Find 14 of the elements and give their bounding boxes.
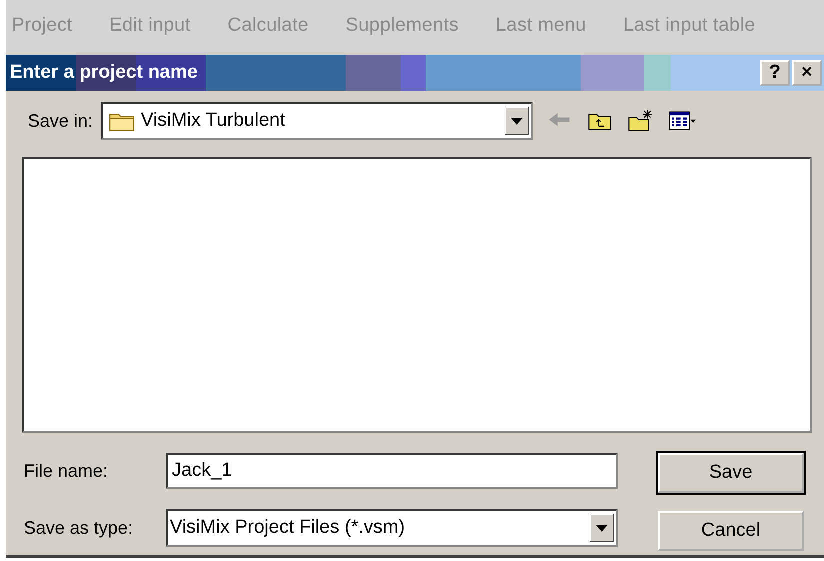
dropdown-arrow-icon[interactable]	[590, 513, 614, 543]
dropdown-arrow-icon[interactable]	[505, 106, 530, 136]
close-button[interactable]: ×	[792, 60, 822, 86]
field-label: File name:	[24, 460, 110, 482]
file-type-dropdown[interactable]: VisiMix Project Files (*.vsm)	[166, 509, 618, 547]
field-label: Save in:	[28, 110, 94, 132]
file-name-field[interactable]: Jack_1	[166, 453, 618, 489]
help-button[interactable]: ?	[760, 60, 790, 86]
new-folder-icon[interactable]	[627, 109, 654, 133]
save-in-dropdown[interactable]: VisiMix Turbulent	[101, 102, 534, 140]
window-title: Enter a project name	[10, 62, 198, 84]
save-button[interactable]: Save	[658, 453, 804, 493]
field-label: Save as type:	[24, 518, 134, 538]
cancel-button[interactable]: Cancel	[658, 511, 804, 551]
